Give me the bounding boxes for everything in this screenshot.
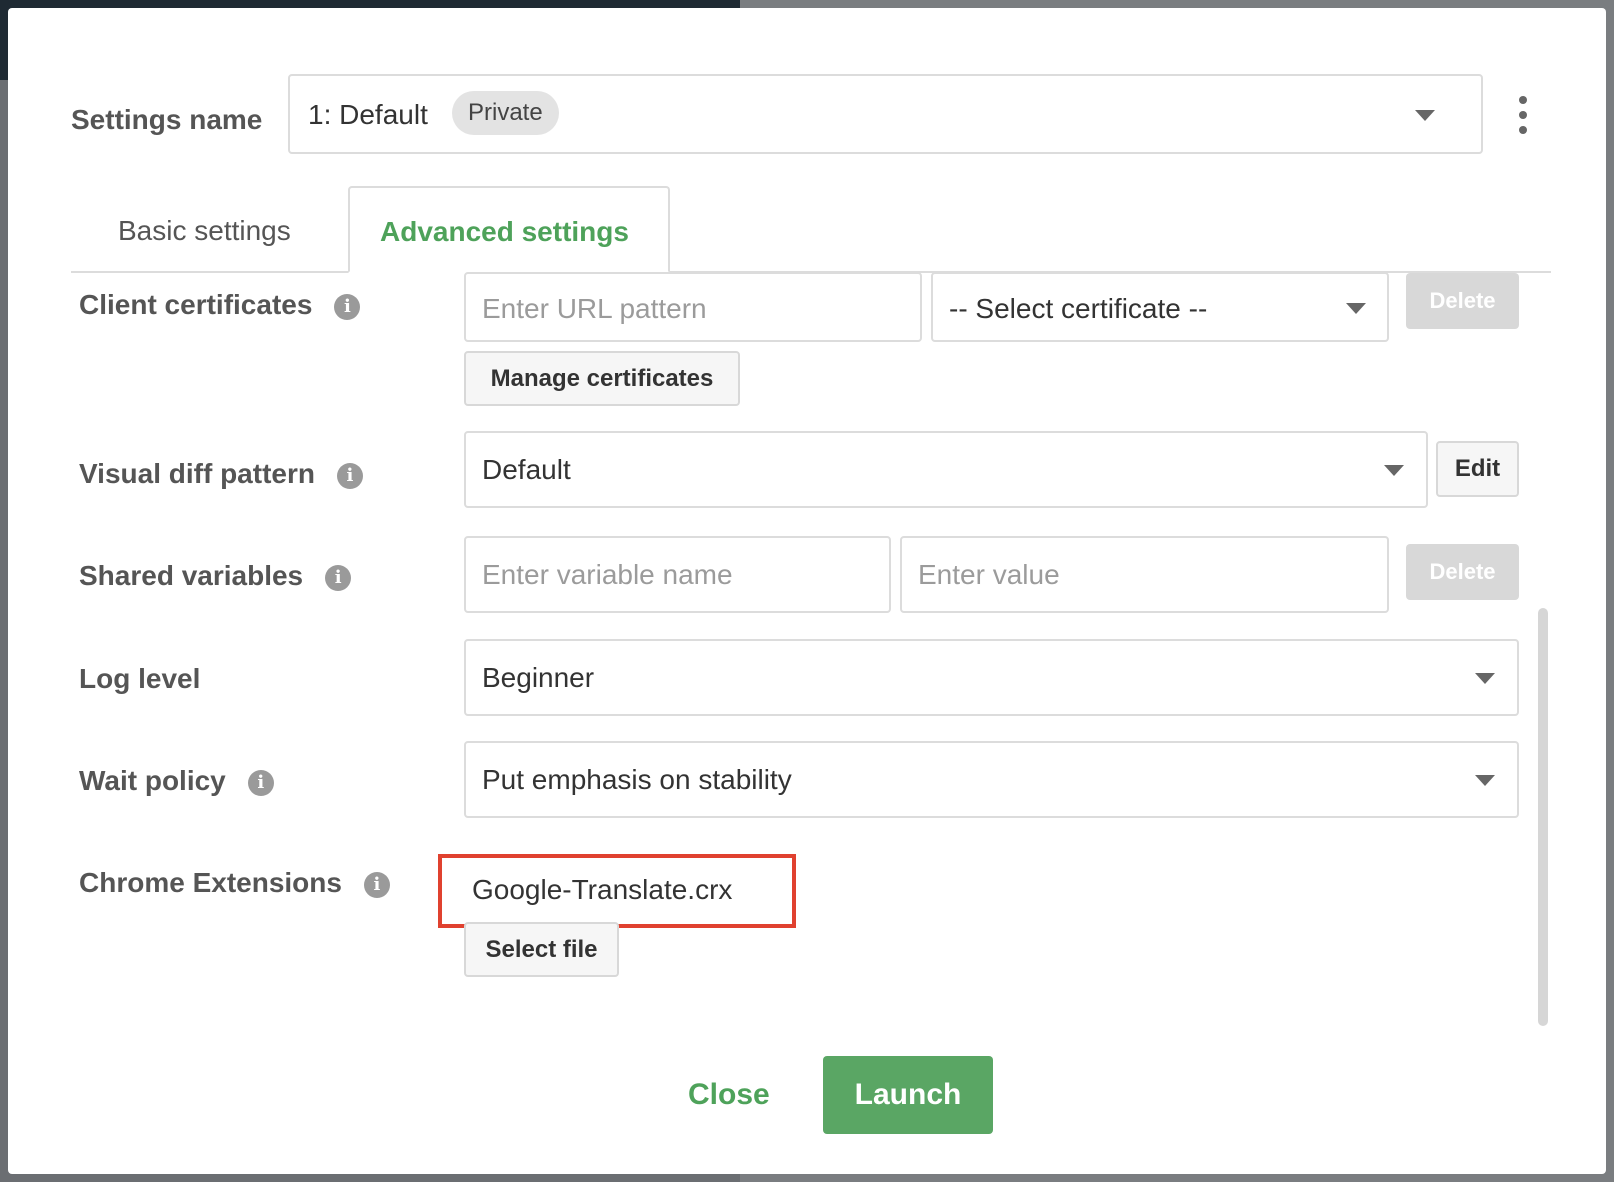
settings-name-value: 1: Default [308, 99, 428, 130]
visual-diff-label: Visual diff pattern i [79, 458, 363, 490]
visual-diff-value: Default [482, 454, 571, 485]
client-certificates-text: Client certificates [79, 289, 313, 320]
visual-diff-text: Visual diff pattern [79, 458, 315, 489]
close-button[interactable]: Close [688, 1078, 770, 1112]
wait-policy-text: Wait policy [79, 765, 226, 796]
wait-policy-label: Wait policy i [79, 765, 274, 797]
variable-name-placeholder: Enter variable name [482, 559, 733, 590]
wait-policy-value: Put emphasis on stability [482, 764, 792, 795]
kebab-menu-icon[interactable] [1513, 96, 1533, 136]
variable-name-input[interactable]: Enter variable name [464, 536, 891, 613]
shared-variables-label: Shared variables i [79, 560, 352, 592]
settings-name-label: Settings name [71, 104, 263, 135]
launch-button[interactable]: Launch [823, 1056, 993, 1134]
url-pattern-input[interactable]: Enter URL pattern [464, 272, 922, 342]
extension-file-name: Google-Translate.crx [472, 874, 733, 905]
chevron-down-icon [1475, 673, 1495, 684]
chevron-down-icon [1384, 465, 1404, 476]
tab-basic-settings[interactable]: Basic settings [118, 215, 291, 247]
url-pattern-placeholder: Enter URL pattern [482, 293, 707, 324]
wait-policy-select[interactable]: Put emphasis on stability [464, 741, 1519, 818]
visual-diff-edit-button[interactable]: Edit [1436, 441, 1519, 497]
log-level-value: Beginner [482, 662, 595, 693]
settings-dialog: Settings name 1: Default Private Basic s… [8, 8, 1606, 1174]
settings-name-select[interactable]: 1: Default Private [288, 74, 1483, 154]
info-icon[interactable]: i [334, 293, 361, 320]
shared-variables-text: Shared variables [79, 560, 304, 591]
chrome-extensions-label: Chrome Extensions i [79, 867, 390, 899]
variable-delete-button[interactable]: Delete [1406, 544, 1519, 600]
log-level-select[interactable]: Beginner [464, 639, 1519, 716]
client-certificates-label: Client certificates i [79, 289, 361, 321]
info-icon[interactable]: i [363, 871, 390, 898]
info-icon[interactable]: i [247, 769, 274, 796]
private-badge: Private [452, 91, 559, 135]
certificate-delete-button[interactable]: Delete [1406, 273, 1519, 329]
scrollbar[interactable] [1538, 608, 1548, 1026]
certificate-select[interactable]: -- Select certificate -- [931, 272, 1389, 342]
variable-value-placeholder: Enter value [918, 559, 1060, 590]
log-level-label: Log level [79, 663, 201, 694]
info-icon[interactable]: i [325, 564, 352, 591]
chevron-down-icon [1415, 110, 1435, 121]
chevron-down-icon [1346, 303, 1366, 314]
visual-diff-select[interactable]: Default [464, 431, 1428, 508]
select-file-button[interactable]: Select file [464, 922, 619, 977]
chevron-down-icon [1475, 775, 1495, 786]
chrome-extensions-text: Chrome Extensions [79, 867, 342, 898]
certificate-select-value: -- Select certificate -- [949, 293, 1208, 324]
variable-value-input[interactable]: Enter value [900, 536, 1389, 613]
tab-advanced-label: Advanced settings [380, 216, 629, 247]
tab-advanced-settings[interactable]: Advanced settings [348, 186, 670, 273]
manage-certificates-button[interactable]: Manage certificates [464, 351, 740, 406]
info-icon[interactable]: i [336, 462, 363, 489]
